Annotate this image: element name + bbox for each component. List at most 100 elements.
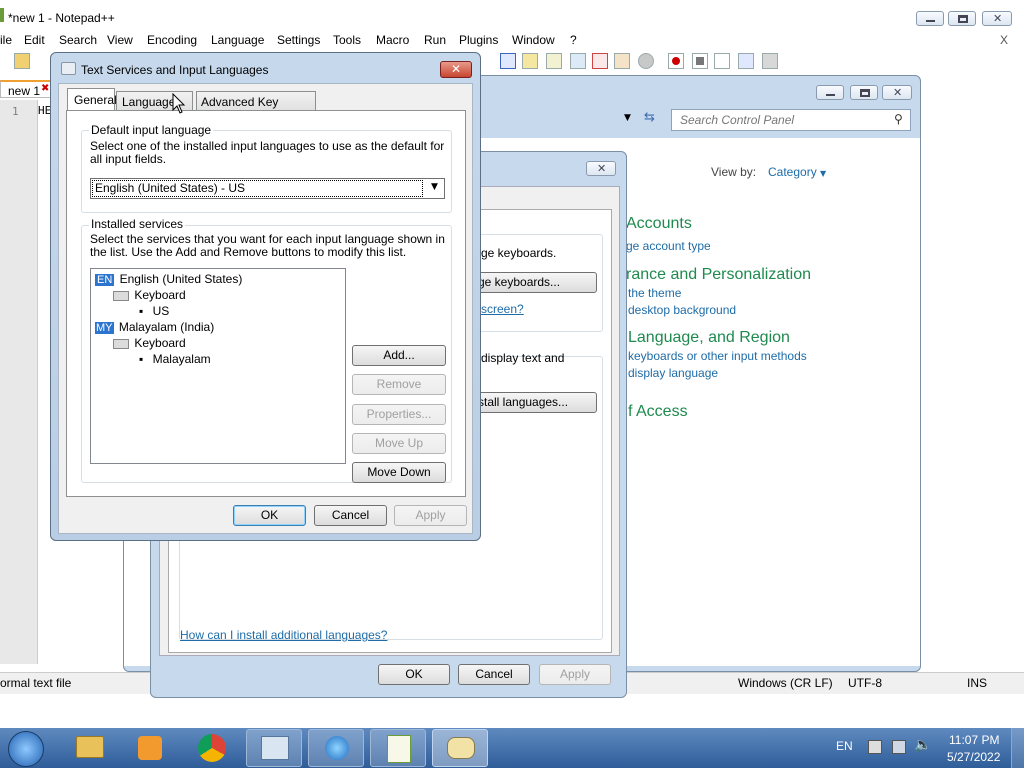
region-cancel-button[interactable]: Cancel bbox=[458, 664, 530, 685]
status-encoding: UTF-8 bbox=[848, 676, 882, 690]
menu-edit[interactable]: Edit bbox=[24, 33, 45, 47]
region-ok-button[interactable]: OK bbox=[378, 664, 450, 685]
menu-tools[interactable]: Tools bbox=[333, 33, 361, 47]
refresh-icon[interactable]: ⇆ bbox=[644, 110, 662, 128]
tree-item-keyboard-2[interactable]: Keyboard bbox=[113, 336, 186, 350]
indent-icon[interactable] bbox=[522, 53, 538, 69]
default-language-select[interactable]: English (United States) - US ▼ bbox=[90, 178, 445, 199]
change-keyboards-button[interactable]: ge keyboards... bbox=[473, 272, 597, 293]
taskbar-region-globe[interactable] bbox=[308, 729, 364, 767]
default-language-desc: Select one of the installed input langua… bbox=[90, 139, 445, 166]
ok-button[interactable]: OK bbox=[233, 505, 306, 526]
show-desktop-button[interactable] bbox=[1011, 728, 1024, 768]
properties-button[interactable]: Properties... bbox=[352, 404, 446, 425]
remove-button[interactable]: Remove bbox=[352, 374, 446, 395]
menu-file[interactable]: ile bbox=[0, 33, 12, 47]
category-ease-of-access[interactable]: f Access bbox=[628, 403, 688, 421]
globe-icon bbox=[325, 736, 349, 760]
search-control-panel-input[interactable]: Search Control Panel ⚲ bbox=[671, 109, 911, 131]
menu-run[interactable]: Run bbox=[424, 33, 446, 47]
function-icon[interactable] bbox=[592, 53, 608, 69]
menu-settings[interactable]: Settings bbox=[277, 33, 320, 47]
tree-label: Malayalam bbox=[152, 352, 211, 366]
tab-general[interactable]: General bbox=[67, 88, 117, 111]
region-close-button[interactable]: ✕ bbox=[586, 161, 616, 176]
link-change-account-type[interactable]: ge account type bbox=[626, 239, 711, 253]
tree-item-us[interactable]: ▪ US bbox=[139, 304, 169, 318]
install-additional-languages-link[interactable]: How can I install additional languages? bbox=[180, 628, 387, 642]
installed-services-tree[interactable]: EN English (United States) Keyboard ▪ US… bbox=[90, 268, 346, 464]
link-change-theme[interactable]: the theme bbox=[628, 286, 681, 300]
open-file-icon[interactable] bbox=[14, 53, 30, 69]
wordwrap-icon[interactable] bbox=[500, 53, 516, 69]
record-macro-icon[interactable] bbox=[668, 53, 684, 69]
stop-macro-icon[interactable] bbox=[692, 53, 708, 69]
close-icon: ✕ bbox=[597, 162, 607, 175]
address-dropdown-icon[interactable]: ▼ bbox=[624, 113, 631, 123]
menu-search[interactable]: Search bbox=[59, 33, 97, 47]
add-button[interactable]: Add... bbox=[352, 345, 446, 366]
close-document-x[interactable]: X bbox=[1000, 33, 1008, 47]
monitor-icon[interactable] bbox=[638, 53, 654, 69]
taskbar-keyboard-settings[interactable] bbox=[432, 729, 488, 767]
minimize-button[interactable] bbox=[916, 11, 944, 26]
link-display-language[interactable]: display language bbox=[628, 366, 718, 380]
tab-advanced-key-settings[interactable]: Advanced Key Settings bbox=[196, 91, 316, 123]
cancel-button[interactable]: Cancel bbox=[314, 505, 387, 526]
tree-item-english[interactable]: EN English (United States) bbox=[95, 272, 242, 286]
move-up-button[interactable]: Move Up bbox=[352, 433, 446, 454]
category-appearance[interactable]: rance and Personalization bbox=[626, 266, 811, 284]
play-multiple-icon[interactable] bbox=[738, 53, 754, 69]
clock-date[interactable]: 5/27/2022 bbox=[947, 750, 1000, 764]
menu-language[interactable]: Language bbox=[211, 33, 264, 47]
cp-minimize-button[interactable] bbox=[816, 85, 844, 100]
tab-new1[interactable]: new 1 ✖ bbox=[0, 80, 52, 98]
tree-item-malayalam[interactable]: ▪ Malayalam bbox=[139, 352, 211, 366]
close-button[interactable]: ✕ bbox=[982, 11, 1012, 26]
media-player-icon bbox=[138, 736, 162, 760]
category-clock-language-region[interactable]: Language, and Region bbox=[628, 329, 790, 347]
action-center-icon[interactable] bbox=[868, 740, 882, 754]
play-macro-icon[interactable] bbox=[714, 53, 730, 69]
taskbar-notepadpp[interactable] bbox=[370, 729, 426, 767]
install-languages-button[interactable]: stall languages... bbox=[473, 392, 597, 413]
cp-close-button[interactable]: ✕ bbox=[882, 85, 912, 100]
start-button[interactable] bbox=[8, 731, 44, 767]
save-macro-icon[interactable] bbox=[762, 53, 778, 69]
move-down-button[interactable]: Move Down bbox=[352, 462, 446, 483]
doc-map-icon[interactable] bbox=[546, 53, 562, 69]
maximize-button[interactable] bbox=[948, 11, 976, 26]
menu-help[interactable]: ? bbox=[570, 33, 577, 47]
keyboard-app-icon bbox=[61, 62, 76, 75]
taskbar-explorer[interactable] bbox=[62, 730, 118, 766]
my-badge: MY bbox=[95, 322, 114, 334]
general-tab-panel: Default input language Select one of the… bbox=[66, 110, 466, 497]
taskbar-chrome[interactable] bbox=[184, 730, 240, 766]
link-change-keyboards[interactable]: keyboards or other input methods bbox=[628, 349, 807, 363]
cp-maximize-button[interactable] bbox=[850, 85, 878, 100]
menu-macro[interactable]: Macro bbox=[376, 33, 409, 47]
keyboards-desc: ge keyboards. bbox=[481, 246, 557, 260]
menu-view[interactable]: View bbox=[107, 33, 133, 47]
welcome-screen-link[interactable]: screen? bbox=[481, 302, 524, 316]
taskbar-media-player[interactable] bbox=[122, 730, 178, 766]
folder-icon[interactable] bbox=[614, 53, 630, 69]
volume-icon[interactable]: 🔈 bbox=[914, 737, 931, 753]
taskbar-control-panel[interactable] bbox=[246, 729, 302, 767]
clock-time[interactable]: 11:07 PM bbox=[949, 733, 999, 747]
region-apply-button[interactable]: Apply bbox=[539, 664, 611, 685]
menu-window[interactable]: Window bbox=[512, 33, 555, 47]
tree-item-malayalam-lang[interactable]: MY Malayalam (India) bbox=[95, 320, 214, 334]
function-list-icon[interactable] bbox=[570, 53, 586, 69]
menu-encoding[interactable]: Encoding bbox=[147, 33, 197, 47]
dialog-close-button[interactable]: ✕ bbox=[440, 61, 472, 78]
view-by-dropdown[interactable]: Category ▼ bbox=[768, 165, 826, 179]
apply-button[interactable]: Apply bbox=[394, 505, 467, 526]
tree-item-keyboard-1[interactable]: Keyboard bbox=[113, 288, 186, 302]
menu-plugins[interactable]: Plugins bbox=[459, 33, 498, 47]
close-icon: ✕ bbox=[451, 62, 462, 76]
network-icon[interactable] bbox=[892, 740, 906, 754]
input-language-indicator[interactable]: EN bbox=[836, 739, 853, 753]
link-desktop-background[interactable]: desktop background bbox=[628, 303, 736, 317]
category-user-accounts[interactable]: Accounts bbox=[626, 215, 692, 233]
